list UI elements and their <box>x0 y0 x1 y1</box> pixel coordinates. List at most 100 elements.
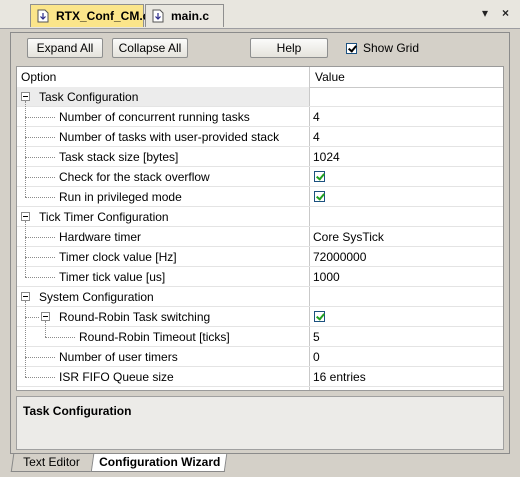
option-label: Number of concurrent running tasks <box>59 110 250 124</box>
tab-text-editor[interactable]: Text Editor <box>10 454 96 472</box>
option-row[interactable]: Number of concurrent running tasks 4 <box>17 107 503 127</box>
option-label: Number of user timers <box>59 350 178 364</box>
value-cell[interactable] <box>310 307 503 326</box>
value-text: 4 <box>313 110 320 124</box>
value-cell[interactable]: 1024 <box>310 147 503 166</box>
option-row[interactable]: Hardware timer Core SysTick <box>17 227 503 247</box>
value-cell[interactable]: 16 entries <box>310 367 503 386</box>
option-label: Timer tick value [us] <box>59 270 166 284</box>
tab-rtx-conf[interactable]: RTX_Conf_CM.c <box>30 4 149 27</box>
editor-mode-tabs: Text Editor Configuration Wizard <box>0 454 520 477</box>
tab-label: RTX_Conf_CM.c <box>56 9 150 23</box>
option-cell[interactable]: Number of tasks with user-provided stack <box>17 127 309 146</box>
value-cell <box>310 87 503 106</box>
option-cell[interactable]: Number of concurrent running tasks <box>17 107 309 126</box>
group-row[interactable]: Tick Timer Configuration <box>17 207 503 227</box>
tree-connector <box>25 137 55 138</box>
collapse-toggle-icon[interactable] <box>21 212 30 221</box>
option-row[interactable]: Timer clock value [Hz] 72000000 <box>17 247 503 267</box>
tab-configuration-wizard[interactable]: Configuration Wizard <box>90 454 228 472</box>
value-cell[interactable]: 5 <box>310 327 503 346</box>
option-cell[interactable]: Timer tick value [us] <box>17 267 309 286</box>
value-text: 72000000 <box>313 250 367 264</box>
value-text: 5 <box>313 330 320 344</box>
option-row[interactable]: Timer tick value [us] 1000 <box>17 267 503 287</box>
option-label: Run in privileged mode <box>59 190 182 204</box>
value-cell <box>310 207 503 226</box>
option-label: Round-Robin Timeout [ticks] <box>79 330 230 344</box>
tree-connector <box>25 257 55 258</box>
tree-connector <box>25 221 26 277</box>
tree-connector <box>25 357 55 358</box>
collapse-toggle-icon[interactable] <box>21 292 30 301</box>
value-cell[interactable]: 4 <box>310 107 503 126</box>
tree-connector <box>25 157 55 158</box>
value-cell[interactable] <box>310 187 503 206</box>
document-tab-bar: RTX_Conf_CM.c main.c ▾ × <box>0 0 520 29</box>
collapse-toggle-icon[interactable] <box>21 92 30 101</box>
tree-connector <box>45 321 46 337</box>
show-grid-checkbox[interactable] <box>346 42 357 54</box>
value-text: 1000 <box>313 270 340 284</box>
grid-header: Option Value <box>17 67 503 88</box>
option-row[interactable]: Round-Robin Task switching <box>17 307 503 327</box>
tree-connector <box>25 197 55 198</box>
file-icon <box>37 9 50 23</box>
option-label: Task stack size [bytes] <box>59 150 179 164</box>
option-cell[interactable]: Task stack size [bytes] <box>17 147 309 166</box>
option-cell[interactable]: ISR FIFO Queue size <box>17 367 309 386</box>
value-cell[interactable]: 4 <box>310 127 503 146</box>
value-checkbox[interactable] <box>314 191 325 202</box>
close-icon[interactable]: × <box>502 6 509 20</box>
show-grid-label: Show Grid <box>363 41 420 55</box>
option-label: Hardware timer <box>59 230 142 244</box>
tree-connector <box>45 337 75 338</box>
collapse-all-button[interactable]: Collapse All <box>112 38 188 58</box>
option-label: Task Configuration <box>39 90 139 104</box>
option-cell[interactable]: Timer clock value [Hz] <box>17 247 309 266</box>
value-checkbox[interactable] <box>314 311 325 322</box>
tree-connector <box>25 377 55 378</box>
option-row[interactable]: Task stack size [bytes] 1024 <box>17 147 503 167</box>
value-text: Core SysTick <box>313 230 384 244</box>
tree-connector <box>25 101 26 197</box>
group-row[interactable]: System Configuration <box>17 287 503 307</box>
option-cell[interactable]: Check for the stack overflow <box>17 167 309 186</box>
show-grid-toggle[interactable]: Show Grid <box>346 40 419 56</box>
option-cell[interactable]: System Configuration <box>17 287 309 306</box>
option-cell[interactable]: Round-Robin Timeout [ticks] <box>17 327 309 346</box>
description-title: Task Configuration <box>23 404 132 418</box>
option-row[interactable]: Number of tasks with user-provided stack… <box>17 127 503 147</box>
option-row[interactable]: ISR FIFO Queue size 16 entries <box>17 367 503 387</box>
value-cell[interactable] <box>310 167 503 186</box>
option-cell[interactable]: Task Configuration <box>17 87 309 106</box>
tree-connector <box>25 117 55 118</box>
option-cell[interactable]: Round-Robin Task switching <box>17 307 309 326</box>
collapse-toggle-icon[interactable] <box>41 312 50 321</box>
option-row[interactable]: Check for the stack overflow <box>17 167 503 187</box>
group-row[interactable]: Task Configuration <box>17 87 503 107</box>
value-checkbox[interactable] <box>314 171 325 182</box>
option-cell[interactable]: Number of user timers <box>17 347 309 366</box>
tab-main-c[interactable]: main.c <box>145 4 224 27</box>
option-label: Number of tasks with user-provided stack <box>59 130 280 144</box>
option-cell[interactable]: Hardware timer <box>17 227 309 246</box>
expand-all-button[interactable]: Expand All <box>27 38 103 58</box>
option-cell[interactable]: Run in privileged mode <box>17 187 309 206</box>
option-label: System Configuration <box>39 290 154 304</box>
window-list-icon[interactable]: ▾ <box>482 6 488 20</box>
tree-connector <box>25 301 26 377</box>
value-cell[interactable]: 72000000 <box>310 247 503 266</box>
value-cell[interactable]: 1000 <box>310 267 503 286</box>
option-row[interactable]: Run in privileged mode <box>17 187 503 207</box>
help-button[interactable]: Help <box>250 38 328 58</box>
value-cell[interactable]: 0 <box>310 347 503 366</box>
option-label: Round-Robin Task switching <box>59 310 211 324</box>
value-cell[interactable]: Core SysTick <box>310 227 503 246</box>
option-row[interactable]: Number of user timers 0 <box>17 347 503 367</box>
tree-connector <box>25 237 55 238</box>
option-label: Tick Timer Configuration <box>39 210 169 224</box>
option-label: Check for the stack overflow <box>59 170 210 184</box>
option-row[interactable]: Round-Robin Timeout [ticks] 5 <box>17 327 503 347</box>
option-cell[interactable]: Tick Timer Configuration <box>17 207 309 226</box>
